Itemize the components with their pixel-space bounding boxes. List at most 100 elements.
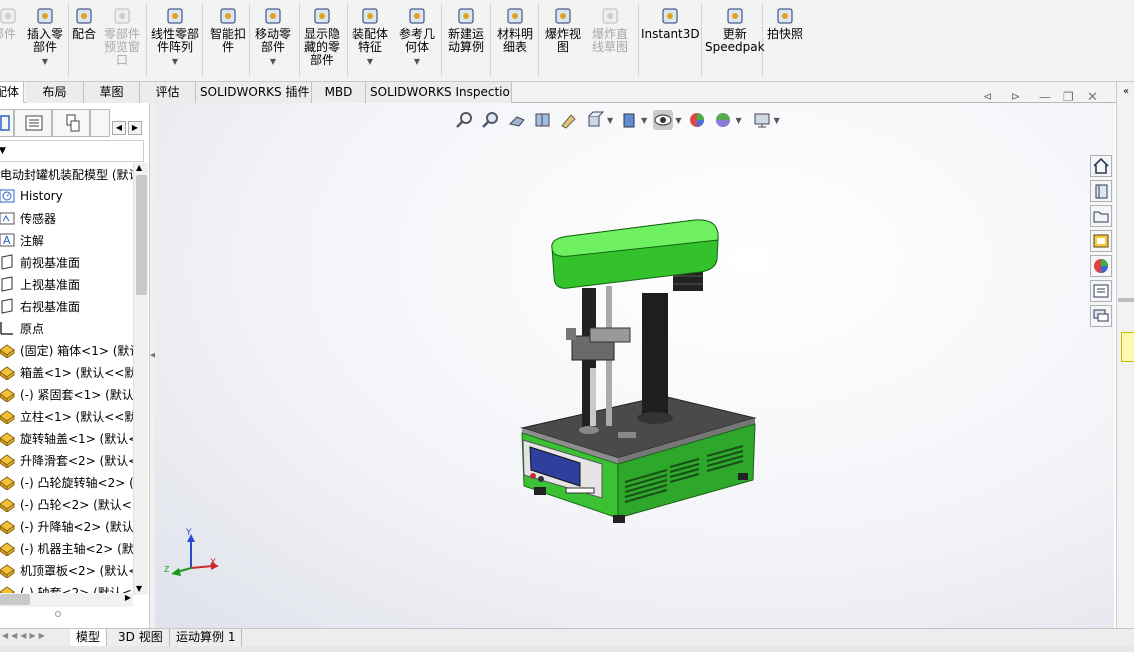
zoom-to-fit-icon[interactable] bbox=[455, 110, 475, 130]
tree-horizontal-scrollbar[interactable]: ▶ bbox=[0, 593, 133, 607]
task-pane-collapsed[interactable]: « bbox=[1116, 82, 1134, 628]
dynamic-annotation-icon[interactable] bbox=[559, 110, 579, 130]
forum-tab[interactable] bbox=[1090, 305, 1112, 327]
show-hidden-button[interactable]: 显示隐 藏的零 部件 bbox=[304, 6, 340, 67]
previous-view-icon[interactable] bbox=[507, 110, 527, 130]
tree-item[interactable]: (-) 机器主轴<2> (默 bbox=[0, 537, 133, 559]
apply-scene-icon[interactable] bbox=[713, 110, 733, 130]
tab-solidworks-inspection[interactable]: SOLIDWORKS Inspection bbox=[366, 82, 512, 103]
reference-geometry-button[interactable]: 参考几 何体 ▼ bbox=[399, 6, 435, 68]
explode-view-button[interactable]: 爆炸视 图 bbox=[545, 6, 581, 54]
panel-tabs-scroll-left-icon[interactable]: ◀ bbox=[112, 121, 126, 135]
tree-item[interactable]: (固定) 箱体<1> (默认 bbox=[0, 339, 133, 361]
hscroll-right-icon[interactable]: ▶ bbox=[125, 593, 131, 602]
preview-window-button[interactable]: 零部件 预览窗 口 bbox=[104, 6, 140, 67]
tab-dimxpert-manager[interactable] bbox=[90, 109, 110, 137]
tree-item[interactable]: 立柱<1> (默认<<默 bbox=[0, 405, 133, 427]
snapshot-camera-button[interactable]: 拍快照 bbox=[767, 6, 803, 41]
edit-appearance-icon[interactable] bbox=[687, 110, 707, 130]
tree-item[interactable]: 上视基准面 bbox=[0, 273, 133, 295]
custom-properties-tab[interactable] bbox=[1090, 280, 1112, 302]
bom-button[interactable]: 材料明 细表 bbox=[497, 6, 533, 54]
tree-item[interactable]: (-) 轴套<2> (默认< bbox=[0, 581, 133, 593]
design-library-tab[interactable] bbox=[1090, 180, 1112, 202]
zoom-to-area-icon[interactable] bbox=[481, 110, 501, 130]
tab-feature-manager[interactable] bbox=[0, 109, 14, 137]
scroll-up-icon[interactable]: ▲ bbox=[136, 163, 142, 172]
minimize-icon[interactable]: — bbox=[1039, 90, 1055, 105]
panel-grip-icon[interactable] bbox=[55, 611, 61, 617]
tab-布局[interactable]: 布局 bbox=[26, 82, 84, 103]
bottom-tab-model[interactable]: 模型 bbox=[70, 629, 108, 646]
bottom-tab-3d-view[interactable]: 3D 视图 bbox=[112, 629, 170, 646]
previous-window-icon[interactable]: ⊲ bbox=[983, 90, 999, 105]
tree-vertical-scrollbar[interactable]: ▲ ▼ bbox=[133, 163, 148, 595]
view-orientation-dropdown-icon[interactable]: ▼ bbox=[607, 116, 613, 125]
bottom-tab-motion-study[interactable]: 运动算例 1 bbox=[170, 629, 243, 646]
restore-icon[interactable]: ❐ bbox=[1063, 90, 1079, 105]
smart-fastener-button[interactable]: 智能扣 件 bbox=[210, 6, 246, 54]
section-view-icon[interactable] bbox=[533, 110, 553, 130]
dropdown-arrow-icon[interactable]: ▼ bbox=[270, 55, 276, 68]
tree-item[interactable]: A 注解 bbox=[0, 229, 133, 251]
tree-filter-box[interactable]: ▼ bbox=[0, 140, 144, 162]
tree-scroll-thumb[interactable] bbox=[136, 175, 147, 295]
tree-item[interactable]: (-) 紧固套<1> (默认 bbox=[0, 383, 133, 405]
speedpak-button[interactable]: 更新 Speedpak bbox=[705, 6, 765, 54]
expand-task-pane-icon[interactable]: « bbox=[1123, 86, 1129, 97]
hide-show-items-icon[interactable] bbox=[653, 110, 674, 130]
insert-component-button[interactable]: 插入零部件 bbox=[0, 6, 16, 41]
tab-assembly[interactable]: 装配体 bbox=[0, 82, 24, 103]
linear-pattern-button[interactable]: 线性零部 件阵列 ▼ bbox=[151, 6, 199, 68]
insert-component-button[interactable]: 插入零 部件 ▼ bbox=[27, 6, 63, 68]
tab-草图[interactable]: 草图 bbox=[84, 82, 140, 103]
tree-item[interactable]: 旋转轴盖<1> (默认< bbox=[0, 427, 133, 449]
tab-评估[interactable]: 评估 bbox=[140, 82, 196, 103]
tree-item[interactable]: 箱盖<1> (默认<<默 bbox=[0, 361, 133, 383]
file-explorer-tab[interactable] bbox=[1090, 205, 1112, 227]
explode-line-sketch-button[interactable]: 爆炸直 线草图 bbox=[592, 6, 628, 54]
tree-item[interactable]: (-) 凸轮<2> (默认< bbox=[0, 493, 133, 515]
sw-resources-tab[interactable] bbox=[1090, 155, 1112, 177]
dropdown-arrow-icon[interactable]: ▼ bbox=[414, 55, 420, 68]
tab-configuration-manager[interactable] bbox=[52, 109, 90, 137]
display-style-dropdown-icon[interactable]: ▼ bbox=[641, 116, 647, 125]
view-settings-monitor-icon[interactable] bbox=[752, 110, 772, 130]
tree-item[interactable]: (-) 升降轴<2> (默认 bbox=[0, 515, 133, 537]
hide-show-dropdown-icon[interactable]: ▼ bbox=[675, 116, 681, 125]
tree-item[interactable]: 升降滑套<2> (默认< bbox=[0, 449, 133, 471]
dropdown-arrow-icon[interactable]: ▼ bbox=[172, 55, 178, 68]
next-window-icon[interactable]: ⊳ bbox=[1011, 90, 1027, 105]
view-orientation-icon[interactable] bbox=[585, 110, 605, 130]
tree-item[interactable]: History bbox=[0, 185, 133, 207]
dropdown-arrow-icon[interactable]: ▼ bbox=[367, 55, 373, 68]
view-settings-dropdown-icon[interactable]: ▼ bbox=[774, 116, 780, 125]
appearances-tab[interactable] bbox=[1090, 255, 1112, 277]
motion-study-button[interactable]: 新建运 动算例 bbox=[448, 6, 484, 54]
dropdown-arrow-icon[interactable]: ▼ bbox=[42, 55, 48, 68]
tab-mbd[interactable]: MBD bbox=[312, 82, 366, 103]
tree-root-assembly[interactable]: 电动封罐机装配模型 (默认<显示状态-1>) bbox=[0, 163, 133, 185]
graphics-area[interactable]: ▼ ▼ ▼ ▼ ▼ ⊲ ⊳ — ❐ ✕ Y X Z bbox=[155, 90, 1114, 628]
view-palette-tab[interactable] bbox=[1090, 230, 1112, 252]
tab-property-manager[interactable] bbox=[14, 109, 52, 137]
tree-item[interactable]: 前视基准面 bbox=[0, 251, 133, 273]
mate-paperclip-button[interactable]: 配合 bbox=[72, 6, 96, 41]
tree-item[interactable]: (-) 凸轮旋转轴<2> ( bbox=[0, 471, 133, 493]
close-icon[interactable]: ✕ bbox=[1087, 90, 1103, 105]
apply-scene-dropdown-icon[interactable]: ▼ bbox=[735, 116, 741, 125]
sealing-machine-3d-model[interactable] bbox=[510, 218, 760, 538]
tree-item[interactable]: 传感器 bbox=[0, 207, 133, 229]
scroll-down-icon[interactable]: ▼ bbox=[136, 584, 142, 593]
tree-item[interactable]: 机顶罩板<2> (默认< bbox=[0, 559, 133, 581]
panel-tabs-scroll-right-icon[interactable]: ▶ bbox=[128, 121, 142, 135]
tree-item[interactable]: 右视基准面 bbox=[0, 295, 133, 317]
instant3d-button[interactable]: Instant3D bbox=[641, 6, 700, 41]
tree-hscroll-thumb[interactable] bbox=[0, 594, 30, 605]
tab-solidworks-插件[interactable]: SOLIDWORKS 插件 bbox=[196, 82, 312, 103]
tree-item[interactable]: 原点 bbox=[0, 317, 133, 339]
move-component-button[interactable]: 移动零 部件 ▼ bbox=[255, 6, 291, 68]
tab-navigation-arrows-icon[interactable]: ◀◀◀▶▶ bbox=[2, 631, 48, 640]
display-style-icon[interactable] bbox=[619, 110, 639, 130]
assembly-feature-button[interactable]: 装配体 特征 ▼ bbox=[352, 6, 388, 68]
